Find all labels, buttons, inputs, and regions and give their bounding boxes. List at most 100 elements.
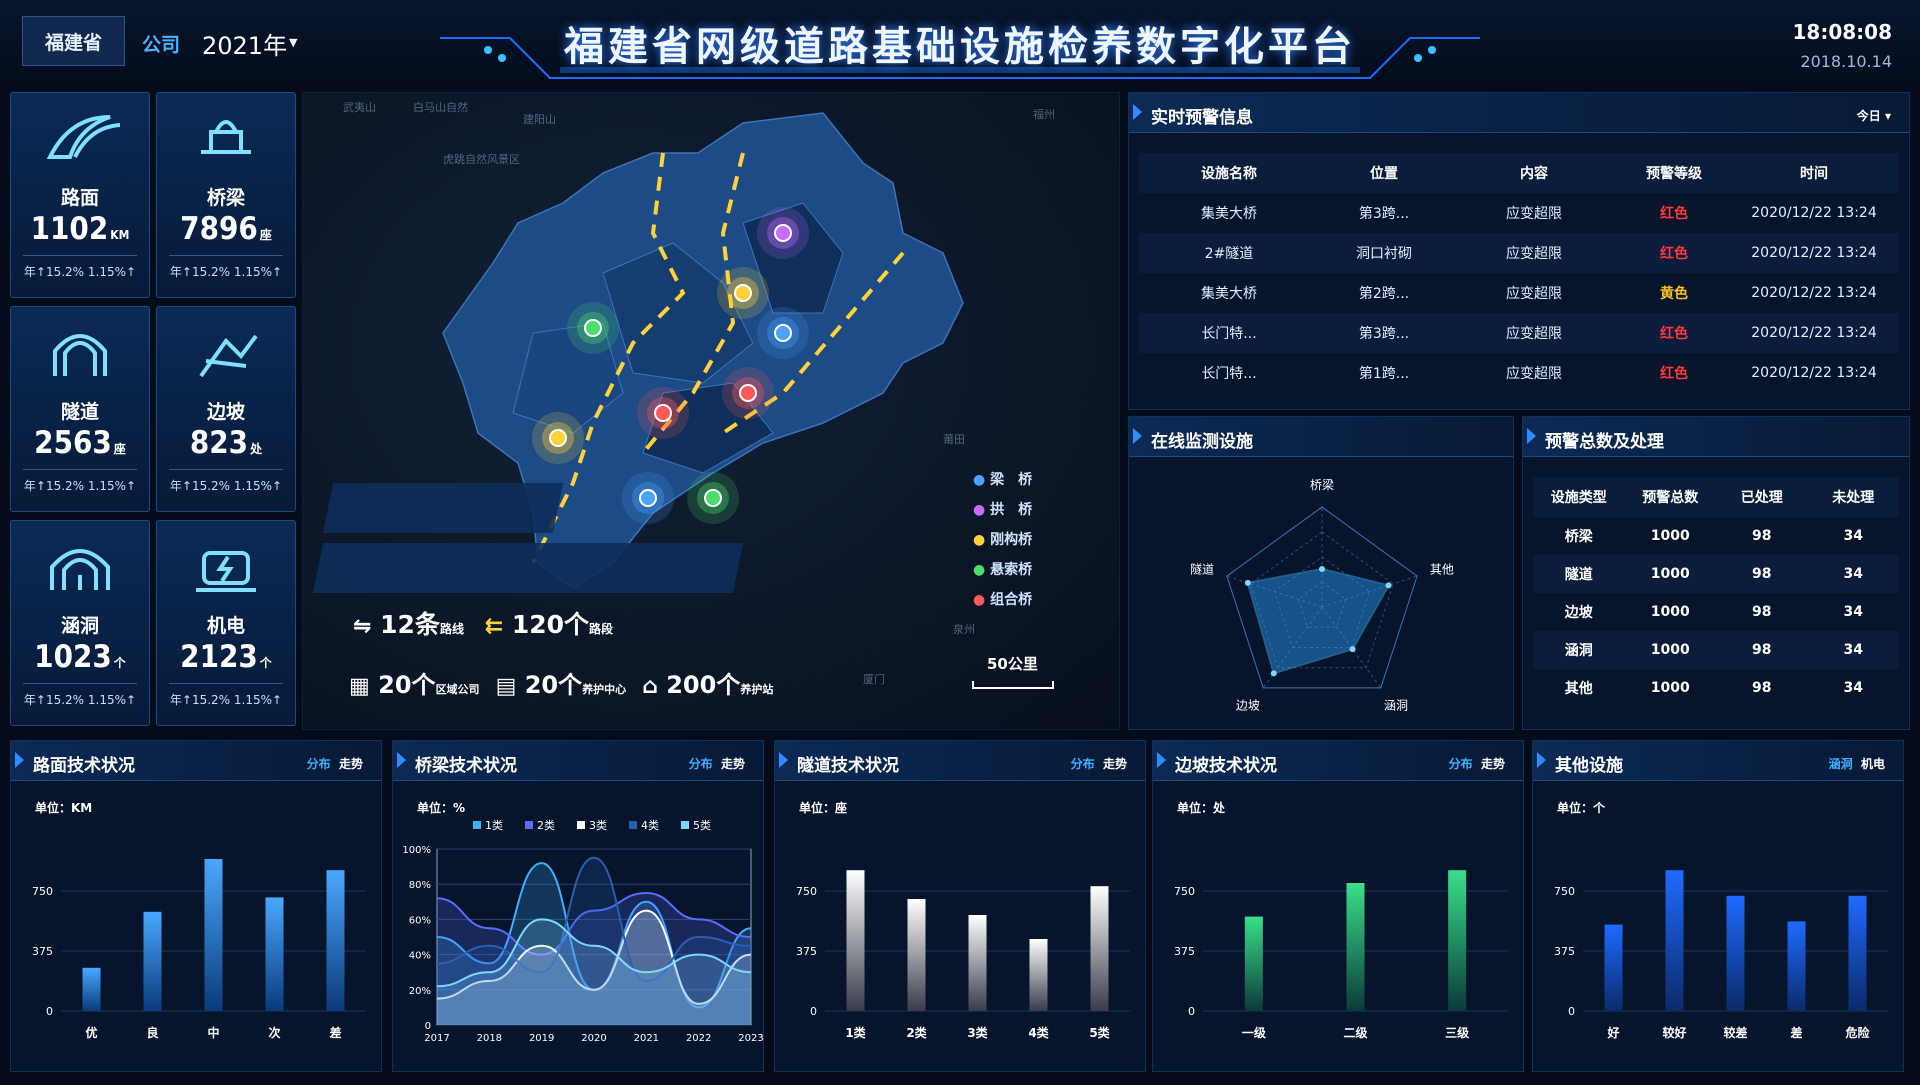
table-cell: 洞口衬砌 — [1356, 246, 1412, 262]
year-selector[interactable]: 2021年 — [202, 26, 287, 61]
panel-marker-icon — [1133, 104, 1142, 120]
tab-trend[interactable]: 机电 — [1861, 757, 1885, 771]
map-marker[interactable] — [757, 207, 809, 259]
map-marker[interactable] — [757, 307, 809, 359]
table-cell: 34 — [1843, 528, 1863, 544]
table-row[interactable]: 长门特... 第3跨... 应变超限 红色 2020/12/22 13:24 — [1139, 313, 1899, 353]
clock-date: 2018.10.14 — [1800, 52, 1892, 71]
legend-item[interactable]: ● 悬索桥 — [973, 555, 1032, 585]
tab-trend[interactable]: 走势 — [1481, 757, 1505, 771]
table-row[interactable]: 边坡 1000 98 34 — [1533, 593, 1899, 631]
chart-panel: 隧道技术状况 分布 走势 单位：座 0 375 750 1类 2类 3类 4类 5类 — [774, 740, 1146, 1072]
company-label[interactable]: 公司 — [142, 30, 180, 57]
stat-card[interactable]: 边坡 823 处年↑15.2% 1.15%↑ — [156, 306, 296, 512]
stat-card[interactable]: 路面 1102 KM 年↑15.2% 1.15%↑ — [10, 92, 150, 298]
pin-icon: ● — [973, 502, 986, 518]
stat-yoy: 年↑15.2% 1.15%↑ — [169, 693, 283, 707]
table-cell: 第3跨... — [1358, 326, 1410, 342]
table-header: 设施类型 预警总数 已处理 未处理 — [1533, 477, 1899, 517]
tab-distribution[interactable]: 涵洞 — [1829, 757, 1853, 771]
tab-distribution[interactable]: 分布 — [689, 757, 713, 771]
column-header: 位置 — [1370, 166, 1398, 182]
table-row[interactable]: 其他 1000 98 34 — [1533, 669, 1899, 707]
stat-yoy: 年↑15.2% 1.15%↑ — [23, 693, 137, 707]
map-marker[interactable] — [717, 267, 769, 319]
table-header: 设施名称 位置 内容 预警等级 时间 — [1139, 153, 1899, 193]
table-row[interactable]: 2#隧道 洞口衬砌 应变超限 红色 2020/12/22 13:24 — [1139, 233, 1899, 273]
map-marker[interactable] — [722, 367, 774, 419]
table-row[interactable]: 桥梁 1000 98 34 — [1533, 517, 1899, 555]
stat-name: 边坡 — [206, 401, 245, 423]
clock-time: 18:08:08 — [1792, 20, 1893, 44]
column-header: 未处理 — [1832, 490, 1875, 506]
table-cell: 34 — [1843, 604, 1863, 620]
map-marker[interactable] — [637, 387, 689, 439]
stat-card[interactable]: 隧道 2563 座年↑15.2% 1.15%↑ — [10, 306, 150, 512]
tab-trend[interactable]: 走势 — [339, 757, 363, 771]
panel-title: 其他设施 — [1555, 756, 1623, 776]
pin-icon: ● — [973, 592, 986, 608]
stat-card[interactable]: 涵洞 1023 个年↑15.2% 1.15%↑ — [10, 520, 150, 726]
y-tick: 0 — [810, 1005, 817, 1018]
y-tick: 375 — [796, 945, 817, 958]
table-row[interactable]: 集美大桥 第3跨... 应变超限 红色 2020/12/22 13:24 — [1139, 193, 1899, 233]
province-selector[interactable]: 福建省 — [22, 16, 125, 66]
map-marker[interactable] — [687, 472, 739, 524]
legend-item[interactable]: ● 组合桥 — [973, 585, 1032, 615]
legend-swatch — [681, 821, 689, 829]
tab-distribution[interactable]: 分布 — [1449, 757, 1473, 771]
stat-card[interactable]: 桥梁 7896 座年↑15.2% 1.15%↑ — [156, 92, 296, 298]
radar-label: 其他 — [1430, 562, 1454, 576]
map-bg-label: 建阳山 — [523, 112, 556, 126]
y-tick: 60% — [409, 915, 431, 926]
map-marker[interactable] — [622, 472, 674, 524]
table-cell: 98 — [1752, 566, 1772, 582]
pin-icon: ● — [973, 472, 986, 488]
table-row[interactable]: 长门特... 第1跨... 应变超限 红色 2020/12/22 13:24 — [1139, 353, 1899, 393]
table-cell: 集美大桥 — [1201, 206, 1257, 222]
legend-swatch — [525, 821, 533, 829]
y-tick: 750 — [1174, 885, 1195, 898]
tab-distribution[interactable]: 分布 — [1071, 757, 1095, 771]
tab-trend[interactable]: 走势 — [721, 757, 745, 771]
legend-label: 1类 — [485, 818, 503, 832]
map-marker[interactable] — [532, 412, 584, 464]
table-cell: 第3跨... — [1358, 206, 1410, 222]
bar — [82, 967, 101, 1011]
legend-item[interactable]: ● 刚构桥 — [973, 525, 1032, 555]
tab-distribution[interactable]: 分布 — [307, 757, 331, 771]
chevron-down-icon[interactable]: ▼ — [289, 36, 297, 49]
x-tick: 次 — [268, 1025, 280, 1040]
bar — [1029, 939, 1048, 1011]
table-cell: 1000 — [1650, 566, 1690, 582]
org-counts: ▦ 20个区域公司 ▤ 20个养护中心 ⌂ 200个养护站 — [349, 665, 773, 700]
panel-marker-icon — [397, 752, 406, 768]
table-cell: 黄色 — [1660, 286, 1688, 302]
stat-name: 隧道 — [60, 401, 99, 423]
bar — [1448, 870, 1467, 1011]
table-row[interactable]: 集美大桥 第2跨... 应变超限 黄色 2020/12/22 13:24 — [1139, 273, 1899, 313]
x-tick: 好 — [1606, 1025, 1619, 1040]
alert-filter[interactable]: 今日 ▾ — [1857, 107, 1891, 124]
stat-card[interactable]: 机电 2123 个年↑15.2% 1.15%↑ — [156, 520, 296, 726]
legend-item[interactable]: ● 拱 桥 — [973, 495, 1032, 525]
map-panel[interactable]: 武夷山 白马山自然 虎跳自然风景区 建阳山 福州 厦门 泉州 莆田 ⇋ 12条路线 ⇇ 120… — [302, 92, 1120, 730]
chart-svg: 0 375 750 1类 2类 3类 4类 5类 — [796, 870, 1130, 1040]
bar — [143, 911, 162, 1011]
table-cell: 边坡 — [1564, 605, 1593, 621]
table-cell: 2020/12/22 13:24 — [1751, 365, 1877, 381]
warncount-table: 设施类型 预警总数 已处理 未处理 桥梁 1000 98 34 隧道 1000 98 34 边坡 1000… — [1533, 477, 1899, 707]
legend-item[interactable]: ● 梁 桥 — [973, 465, 1032, 495]
table-row[interactable]: 涵洞 1000 98 34 — [1533, 631, 1899, 669]
radar-label: 涵洞 — [1384, 699, 1408, 713]
legend-swatch — [473, 821, 481, 829]
map-bg-label: 莆田 — [943, 433, 965, 446]
segment-icon: ⇇ — [484, 614, 504, 639]
y-tick: 375 — [32, 945, 53, 958]
bar — [1787, 921, 1806, 1011]
map-marker[interactable] — [567, 302, 619, 354]
tab-trend[interactable]: 走势 — [1103, 757, 1127, 771]
table-row[interactable]: 隧道 1000 98 34 — [1533, 555, 1899, 593]
y-tick: 750 — [796, 885, 817, 898]
bar — [907, 899, 926, 1011]
